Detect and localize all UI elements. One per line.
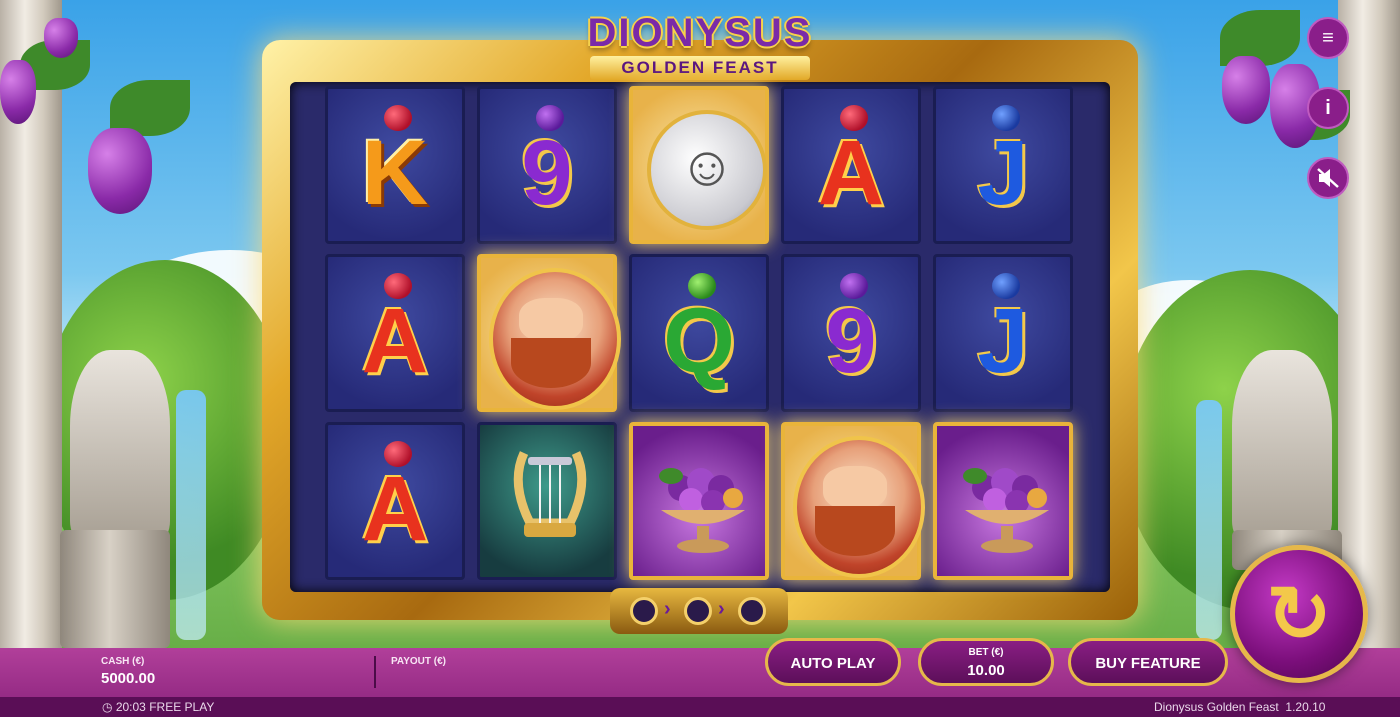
- menu-icon: ≡: [1322, 27, 1334, 49]
- reel-cell-r2-c4: 9: [781, 254, 921, 412]
- clock-icon: ◷: [102, 700, 113, 714]
- menu-button[interactable]: ≡: [1307, 17, 1349, 59]
- symbol-9: 9: [521, 122, 573, 224]
- reel-cell-r1-c5: J: [933, 86, 1073, 244]
- bet-label: BET (€): [968, 647, 1004, 658]
- spin-icon: ↻: [1266, 570, 1332, 658]
- sound-toggle-button[interactable]: [1307, 157, 1349, 199]
- symbol-k: K: [361, 122, 429, 224]
- reel-cell-r2-c5: J: [933, 254, 1073, 412]
- pedestal-left: [60, 530, 170, 648]
- reel-cell-r1-c2: 9: [477, 86, 617, 244]
- reel-cell-r3-c2: [477, 422, 617, 580]
- reel-cell-r2-c2: [477, 254, 621, 412]
- fruit-bowl-icon: [963, 468, 1049, 553]
- status-left: ◷ 20:03 FREE PLAY: [102, 700, 214, 714]
- spin-button[interactable]: ↻: [1230, 545, 1368, 683]
- symbol-q: Q: [663, 290, 735, 392]
- auto-play-button[interactable]: AUTO PLAY: [765, 638, 901, 686]
- symbol-a: A: [361, 290, 429, 392]
- feature-progress-meter: › ›: [610, 588, 788, 634]
- vine-leaf: [1220, 10, 1300, 66]
- status-right: Dionysus Golden Feast 1.20.10: [1154, 700, 1325, 714]
- reel-cell-r1-c1: K: [325, 86, 465, 244]
- game-logo: DIONYSUS GOLDEN FEAST: [520, 8, 880, 80]
- logo-title: DIONYSUS: [587, 11, 813, 55]
- bar-divider: [374, 656, 376, 688]
- grapes: [88, 128, 152, 214]
- symbol-9: 9: [825, 290, 877, 392]
- logo-subtitle: GOLDEN FEAST: [590, 56, 810, 80]
- grapes: [44, 18, 78, 58]
- reel-cell-r3-c4: [781, 422, 925, 580]
- chevron-right-icon: ›: [664, 598, 671, 620]
- progress-slot: [738, 597, 766, 625]
- waterfall-left: [176, 390, 206, 640]
- info-button[interactable]: i: [1307, 87, 1349, 129]
- cash-label: CASH (€): [101, 656, 145, 667]
- reel-cell-r1-c3: ☺: [629, 86, 769, 244]
- game-name: Dionysus Golden Feast: [1154, 700, 1279, 714]
- dionysus-face: [823, 466, 887, 510]
- progress-slot: [630, 597, 658, 625]
- grapes: [0, 60, 36, 124]
- reel-cell-r3-c3: [629, 422, 769, 580]
- waterfall-right: [1196, 400, 1222, 640]
- progress-slot: [684, 597, 712, 625]
- reel-cell-r1-c4: A: [781, 86, 921, 244]
- dionysus-beard: [815, 506, 895, 556]
- sound-muted-icon: [1317, 168, 1339, 188]
- bet-selector[interactable]: BET (€) 10.00: [918, 638, 1054, 686]
- symbol-j: J: [977, 290, 1029, 392]
- payout-label: PAYOUT (€): [391, 656, 447, 667]
- symbol-j: J: [977, 122, 1029, 224]
- reel-cell-r3-c1: A: [325, 422, 465, 580]
- bet-value: 10.00: [967, 662, 1005, 679]
- reel-cell-r2-c3: Q: [629, 254, 769, 412]
- play-mode: FREE PLAY: [149, 700, 215, 714]
- symbol-a: A: [817, 122, 885, 224]
- buy-feature-button[interactable]: BUY FEATURE: [1068, 638, 1228, 686]
- reel-cell-r3-c5: [933, 422, 1073, 580]
- cash-value: 5000.00: [101, 670, 156, 687]
- dionysus-face: [519, 298, 583, 342]
- dionysus-beard: [511, 338, 591, 388]
- statue-right: [1232, 350, 1332, 540]
- game-version: 1.20.10: [1285, 700, 1326, 714]
- buy-feature-label: BUY FEATURE: [1095, 655, 1201, 672]
- symbol-a: A: [361, 458, 429, 560]
- statue-left: [70, 350, 170, 540]
- clock-time: 20:03: [115, 700, 146, 714]
- masks-glyph: ☺: [678, 134, 736, 197]
- chevron-right-icon: ›: [718, 598, 725, 620]
- fruit-bowl-icon: [659, 468, 745, 553]
- info-icon: i: [1325, 97, 1331, 119]
- lyre-icon: [513, 451, 587, 537]
- grapes: [1222, 56, 1270, 124]
- auto-play-label: AUTO PLAY: [790, 655, 876, 672]
- reel-cell-r2-c1: A: [325, 254, 465, 412]
